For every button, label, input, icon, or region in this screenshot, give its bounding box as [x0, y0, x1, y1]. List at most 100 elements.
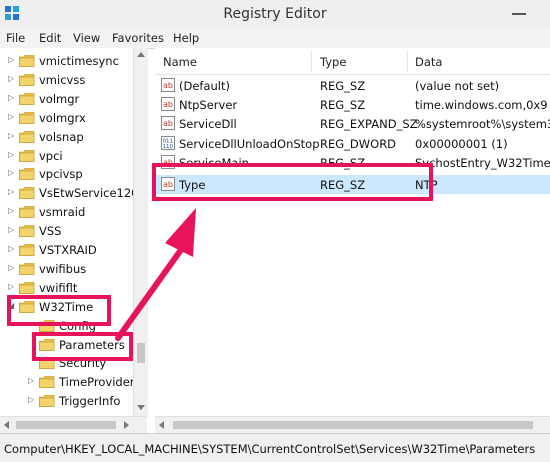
minimize-button[interactable]: [512, 13, 526, 15]
svg-text:ab: ab: [163, 119, 173, 128]
expand-icon[interactable]: ▷: [8, 225, 14, 234]
tree-item[interactable]: ▷ VsEtwService120: [0, 184, 147, 202]
column-divider[interactable]: [311, 50, 312, 72]
title-bar: Registry Editor: [0, 0, 550, 29]
expand-icon[interactable]: ▷: [8, 93, 14, 102]
tree-item-label: Security: [59, 356, 107, 371]
tree-item[interactable]: ▷ vmictimesync: [0, 52, 147, 70]
tree-item[interactable]: ◢ W32Time: [0, 298, 147, 316]
column-name[interactable]: Name: [163, 55, 197, 69]
expand-icon[interactable]: ▷: [8, 244, 14, 253]
folder-icon: [18, 73, 35, 87]
expand-icon[interactable]: ▷: [8, 168, 14, 177]
expand-icon[interactable]: ▷: [8, 150, 14, 159]
tree-item-label: vpci: [39, 148, 63, 163]
scroll-down-icon[interactable]: [137, 405, 145, 410]
scroll-left-icon[interactable]: [159, 421, 164, 429]
key-path: Computer\HKEY_LOCAL_MACHINE\SYSTEM\Curre…: [4, 442, 536, 456]
tree-item-label: VSS: [39, 224, 62, 239]
tree-item[interactable]: ▷ vpcivsp: [0, 165, 147, 183]
scroll-thumb[interactable]: [173, 421, 533, 429]
folder-icon: [18, 281, 35, 295]
column-data[interactable]: Data: [415, 55, 442, 69]
tree-item[interactable]: ▷ vpci: [0, 147, 147, 165]
value-row[interactable]: 011 110 ServiceDllUnloadOnStop REG_DWORD 0x0…: [155, 134, 550, 153]
collapse-icon[interactable]: ◢: [8, 301, 14, 310]
tree-item[interactable]: ▷ TriggerInfo: [0, 392, 147, 410]
tree-item[interactable]: ▷ vwififlt: [0, 279, 147, 297]
folder-icon: [18, 186, 35, 200]
expand-icon[interactable]: ▷: [8, 206, 14, 215]
tree-item[interactable]: ▷ vmicvss: [0, 71, 147, 89]
menu-view[interactable]: View: [73, 31, 100, 45]
tree-item[interactable]: ▷ vwifibus: [0, 260, 147, 278]
tree-item[interactable]: ▷ TimeProviders: [0, 373, 147, 391]
value-name: ServiceDll: [179, 117, 237, 132]
folder-icon: [38, 357, 55, 370]
folder-icon: [18, 224, 35, 238]
menu-help[interactable]: Help: [173, 31, 199, 45]
value-type: REG_SZ: [320, 178, 366, 192]
column-divider[interactable]: [407, 50, 408, 72]
tree-item-label: vmictimesync: [39, 54, 119, 68]
tree-item-label: vsmraid: [39, 205, 86, 220]
tree-item-label: Config: [59, 318, 96, 333]
expand-icon[interactable]: ▷: [28, 395, 34, 404]
value-row[interactable]: ab (Default) REG_SZ (value not set): [155, 76, 550, 95]
column-type[interactable]: Type: [320, 55, 346, 69]
tree-item-label: vwififlt: [39, 280, 78, 295]
tree-item[interactable]: ▷ volmgr: [0, 90, 147, 108]
values-horizontal-scrollbar[interactable]: [155, 416, 550, 434]
scroll-thumb[interactable]: [137, 343, 145, 363]
tree-item[interactable]: Security: [0, 354, 147, 372]
folder-icon: [18, 243, 35, 257]
tree-item[interactable]: ▷ VSS: [0, 222, 147, 240]
value-name: Type: [179, 178, 206, 192]
folder-icon: [38, 394, 55, 408]
binary-value-icon: 011 110: [161, 135, 175, 150]
tree-item[interactable]: Config: [0, 317, 147, 335]
tree-item-label: W32Time: [39, 299, 94, 314]
folder-icon: [18, 205, 35, 219]
value-row[interactable]: ab NtpServer REG_SZ time.windows.com,0x9: [155, 95, 550, 114]
value-row[interactable]: ab ServiceMain REG_SZ SvchostEntry_W32Time: [155, 153, 550, 172]
value-row[interactable]: ab ServiceDll REG_EXPAND_SZ %systemroot%\sy…: [155, 114, 550, 133]
tree-horizontal-scrollbar[interactable]: [0, 416, 147, 434]
menu-edit[interactable]: Edit: [39, 31, 61, 45]
svg-text:110: 110: [163, 144, 174, 150]
tree-item[interactable]: Parameters: [0, 336, 147, 354]
expand-icon[interactable]: ▷: [28, 376, 34, 385]
scroll-thumb[interactable]: [16, 421, 116, 429]
tree-item[interactable]: ▷ VSTXRAID: [0, 241, 147, 259]
tree-item-label: volsnap: [39, 129, 84, 144]
string-value-icon: ab: [161, 116, 175, 131]
expand-icon[interactable]: ▷: [8, 74, 14, 83]
tree-item-label: VSTXRAID: [39, 243, 97, 257]
value-type: REG_SZ: [320, 155, 366, 170]
expand-icon[interactable]: ▷: [8, 55, 14, 64]
expand-icon[interactable]: ▷: [8, 131, 14, 140]
menu-favorites[interactable]: Favorites: [112, 31, 164, 45]
menu-file[interactable]: File: [6, 31, 25, 45]
tree-item[interactable]: ▷ vsmraid: [0, 203, 147, 221]
expand-icon[interactable]: ▷: [8, 263, 14, 272]
expand-icon[interactable]: ▷: [8, 282, 14, 291]
tree-item-label: VsEtwService120: [39, 186, 139, 201]
key-tree[interactable]: ▷ vmictimesync ▷ vmicvss ▷ volmgr ▷ volmgrx ▷ vol…: [0, 48, 148, 416]
tree-item-label: TimeProviders: [59, 375, 141, 390]
scroll-up-icon[interactable]: [137, 52, 145, 57]
tree-vertical-scrollbar[interactable]: [133, 48, 148, 416]
expand-icon[interactable]: ▷: [8, 112, 14, 121]
values-pane[interactable]: Name Type Data ab (Default) REG_SZ (value n…: [155, 48, 550, 433]
scroll-right-icon[interactable]: [124, 421, 129, 429]
value-data: (value not set): [415, 79, 500, 93]
expand-icon[interactable]: ▷: [8, 187, 14, 196]
tree-item[interactable]: ▷ volsnap: [0, 128, 147, 146]
svg-text:ab: ab: [163, 158, 173, 167]
value-row[interactable]: ab Type REG_SZ NTP: [155, 175, 550, 194]
window-title: Registry Editor: [223, 6, 327, 22]
scroll-left-icon[interactable]: [4, 421, 9, 429]
tree-item[interactable]: ▷ volmgrx: [0, 109, 147, 127]
folder-icon: [38, 338, 55, 351]
status-bar: Computer\HKEY_LOCAL_MACHINE\SYSTEM\Curre…: [0, 433, 550, 462]
